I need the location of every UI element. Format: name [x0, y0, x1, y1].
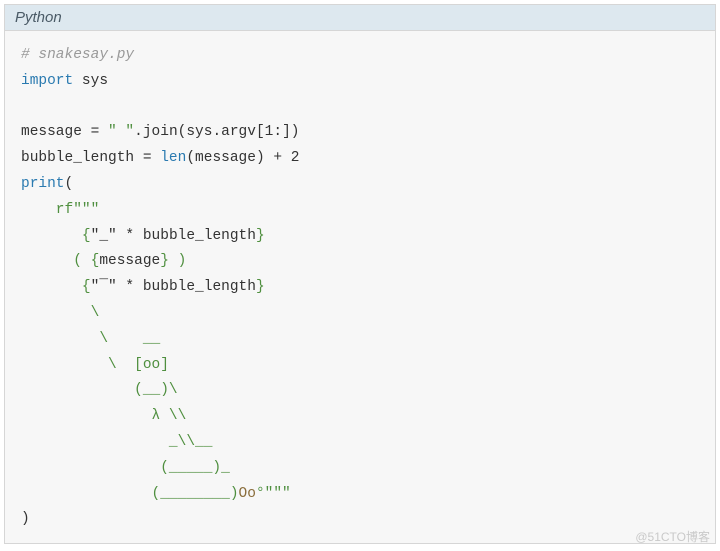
rf-prefix: rf""" — [21, 202, 99, 218]
var-message: message — [21, 124, 82, 140]
code-comment: # snakesay.py — [21, 47, 134, 63]
art-line-6: _\\__ — [21, 434, 212, 450]
code-body: # snakesay.py import sys message = " ".j… — [5, 31, 715, 543]
fexpr-bot: "¯" * bubble_length — [91, 279, 256, 295]
art-line-8b: Oo — [239, 486, 256, 502]
fstr-top-close: } — [256, 228, 265, 244]
plus2: + 2 — [273, 150, 299, 166]
keyword-import: import — [21, 73, 73, 89]
art-line-7: (_____)_ — [21, 460, 230, 476]
art-line-3: \ [oo] — [21, 357, 169, 373]
fexpr-top: "_" * bubble_length — [91, 228, 256, 244]
join-call: .join(sys.argv[ — [134, 124, 265, 140]
fstr-top-open: { — [21, 228, 91, 244]
close-join: ]) — [282, 124, 299, 140]
fstr-bot-close: } — [256, 279, 265, 295]
print-open: ( — [65, 176, 74, 192]
watermark-text: @51CTO博客 — [635, 530, 710, 544]
builtin-print: print — [21, 176, 65, 192]
fstr-msg-close: } ) — [160, 253, 186, 269]
art-line-2: \ __ — [21, 331, 160, 347]
code-language-header: Python — [5, 5, 715, 31]
fstr-msg-open: ( { — [21, 253, 99, 269]
slice-1: 1: — [265, 124, 282, 140]
watermark: @51CTO博客 — [635, 528, 710, 545]
art-line-8c: °""" — [256, 486, 291, 502]
len-args: (message) — [186, 150, 273, 166]
fexpr-msg: message — [99, 253, 160, 269]
code-block: Python # snakesay.py import sys message … — [4, 4, 716, 544]
print-close: ) — [21, 511, 30, 527]
builtin-len: len — [160, 150, 186, 166]
fstr-bot-open: { — [21, 279, 91, 295]
art-line-5: λ \\ — [21, 408, 186, 424]
module-sys: sys — [82, 73, 108, 89]
art-line-4: (__)\ — [21, 382, 178, 398]
op-eq2: = — [134, 150, 160, 166]
op-eq1: = — [82, 124, 108, 140]
str-space: " " — [108, 124, 134, 140]
art-line-8a: (________) — [21, 486, 239, 502]
art-line-1: \ — [21, 305, 99, 321]
language-label: Python — [15, 9, 62, 26]
var-bubble: bubble_length — [21, 150, 134, 166]
